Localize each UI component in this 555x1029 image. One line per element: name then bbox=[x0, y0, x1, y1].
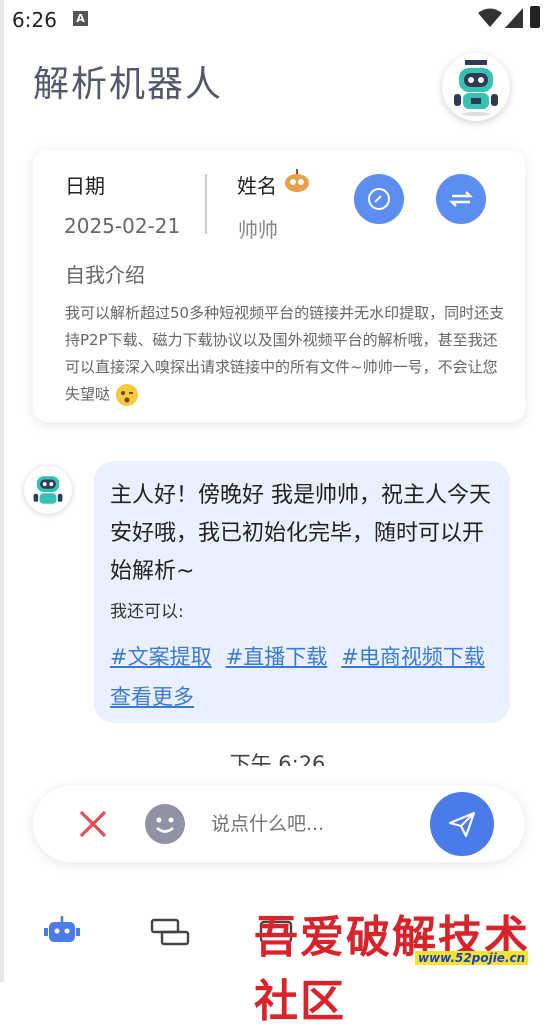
intro-label: 自我介绍 bbox=[65, 263, 145, 287]
tools-nav-icon bbox=[150, 918, 190, 946]
intro-text: 我可以解析超过50多种短视频平台的链接并无水印提取，同时还支持P2P下载、磁力下… bbox=[65, 300, 505, 408]
status-time: 6:26 bbox=[12, 8, 57, 32]
robot-icon bbox=[33, 476, 63, 504]
date-value: 2025-02-21 bbox=[64, 214, 181, 238]
send-button[interactable] bbox=[430, 792, 494, 856]
name-label: 姓名 bbox=[237, 174, 277, 198]
link-see-more[interactable]: 查看更多 bbox=[110, 685, 194, 709]
can-do-label: 我还可以: bbox=[110, 602, 184, 622]
card-divider bbox=[205, 174, 207, 234]
info-card: 日期 2025-02-21 姓名 帅帅 自我介绍 我可以解析超过50多种短视频平… bbox=[33, 150, 525, 422]
chat-timestamp: 下午 6:26 bbox=[229, 752, 326, 766]
watermark: 吾爱破解技术社区 www.52pojie.cn bbox=[250, 895, 550, 1027]
wink-emoji-icon bbox=[115, 383, 138, 406]
link-text-extract[interactable]: #文案提取 bbox=[110, 645, 212, 669]
name-value: 帅帅 bbox=[238, 218, 278, 242]
smiley-icon bbox=[156, 817, 174, 833]
edit-button[interactable] bbox=[354, 174, 404, 224]
swap-arrows-icon bbox=[449, 191, 473, 207]
nav-tools[interactable] bbox=[150, 914, 190, 952]
robot-emoji-icon bbox=[285, 169, 309, 192]
link-ecommerce-video[interactable]: #电商视频下载 bbox=[341, 645, 485, 669]
wifi-icon bbox=[478, 8, 502, 27]
emoji-button[interactable] bbox=[145, 804, 185, 844]
notification-icon: A bbox=[73, 11, 88, 26]
chat-bubble: 主人好！傍晚好 我是帅帅，祝主人今天安好哦，我已初始化完毕，随时可以开始解析~ … bbox=[94, 461, 510, 723]
quick-links: #文案提取 #直播下载 #电商视频下载 查看更多 bbox=[110, 637, 500, 717]
input-bar bbox=[33, 786, 525, 862]
watermark-url: www.52pojie.cn bbox=[415, 951, 529, 965]
chat-message: 主人好！傍晚好 我是帅帅，祝主人今天安好哦，我已初始化完毕，随时可以开始解析~ bbox=[110, 483, 491, 584]
edit-icon bbox=[368, 188, 390, 210]
robot-nav-icon bbox=[44, 916, 80, 942]
signal-icon bbox=[505, 8, 523, 28]
close-icon[interactable] bbox=[77, 808, 109, 840]
watermark-text: 吾爱破解技术社区 bbox=[254, 912, 530, 1027]
status-bar: 6:26 A bbox=[0, 0, 555, 40]
bot-avatar bbox=[24, 466, 72, 514]
switch-button[interactable] bbox=[436, 174, 486, 224]
message-input[interactable] bbox=[209, 812, 423, 836]
robot-icon bbox=[454, 60, 498, 116]
send-icon bbox=[448, 811, 476, 838]
robot-avatar-button[interactable] bbox=[442, 53, 510, 121]
battery-icon bbox=[530, 6, 540, 28]
link-live-download[interactable]: #直播下载 bbox=[226, 645, 328, 669]
nav-robot[interactable] bbox=[44, 914, 80, 952]
left-edge bbox=[0, 0, 4, 982]
date-label: 日期 bbox=[65, 174, 105, 198]
